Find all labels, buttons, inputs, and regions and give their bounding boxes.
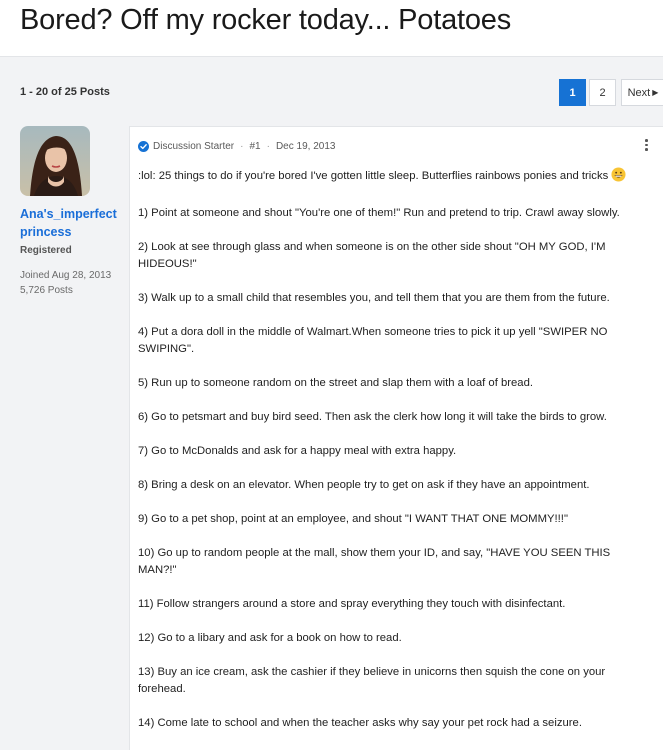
list-item: 1) Point at someone and shout "You're on… (138, 207, 620, 219)
list-item: 14) Come late to school and when the tea… (138, 717, 582, 729)
next-label: Next (627, 86, 651, 99)
verified-check-icon (138, 141, 149, 152)
list-item: 10) Go up to random people at the mall, … (138, 547, 611, 576)
page-1-button[interactable]: 1 (559, 79, 586, 106)
post-intro: :lol: 25 things to do if you're bored I'… (138, 167, 650, 188)
caret-right-icon: ▶ (652, 88, 659, 97)
post-count: 1 - 20 of 25 Posts (20, 86, 110, 98)
post-body: :lol: 25 things to do if you're bored I'… (138, 167, 650, 749)
page-header: Bored? Off my rocker today... Potatoes (0, 0, 663, 57)
meta-separator: · (240, 141, 244, 152)
list-item: 8) Bring a desk on an elevator. When peo… (138, 479, 590, 491)
avatar[interactable] (20, 126, 90, 196)
author-username[interactable]: Ana's_imperfect princess (20, 205, 120, 241)
post-date: Dec 19, 2013 (275, 141, 336, 152)
author-sidebar: Ana's_imperfect princess Registered Join… (20, 126, 120, 298)
list-item: 13) Buy an ice cream, ask the cashier if… (138, 666, 606, 695)
thread-title: Bored? Off my rocker today... Potatoes (20, 4, 512, 36)
next-page-button[interactable]: Next ▶ (621, 79, 663, 106)
list-item: 3) Walk up to a small child that resembl… (138, 292, 610, 304)
list-item: 4) Put a dora doll in the middle of Walm… (138, 326, 608, 355)
discussion-starter-badge: Discussion Starter (153, 141, 235, 152)
author-role: Registered (20, 245, 72, 256)
list-item: 2) Look at see through glass and when so… (138, 241, 606, 270)
list-item: 11) Follow strangers around a store and … (138, 598, 566, 610)
grinning-emoji-icon (611, 167, 626, 188)
list-item: 6) Go to petsmart and buy bird seed. The… (138, 411, 607, 423)
list-item: 7) Go to McDonalds and ask for a happy m… (138, 445, 457, 457)
more-options-icon[interactable] (645, 139, 649, 153)
page-2-button[interactable]: 2 (589, 79, 616, 106)
author-post-count: 5,726 Posts (20, 285, 73, 296)
list-item: 5) Run up to someone random on the stree… (138, 377, 533, 389)
post-number[interactable]: #1 (249, 141, 260, 152)
post-meta: Discussion Starter · #1 · Dec 19, 2013 (138, 141, 335, 152)
author-joined: Joined Aug 28, 2013 (20, 270, 112, 281)
list-item: 9) Go to a pet shop, point at an employe… (138, 513, 568, 525)
post-card: Discussion Starter · #1 · Dec 19, 2013 :… (129, 126, 663, 750)
meta-separator: · (266, 141, 270, 152)
author-stats: Joined Aug 28, 2013 5,726 Posts (20, 268, 120, 298)
post-intro-text: :lol: 25 things to do if you're bored I'… (138, 170, 609, 182)
list-item: 12) Go to a libary and ask for a book on… (138, 632, 402, 644)
pagination: 1 2 Next ▶ (559, 79, 663, 106)
